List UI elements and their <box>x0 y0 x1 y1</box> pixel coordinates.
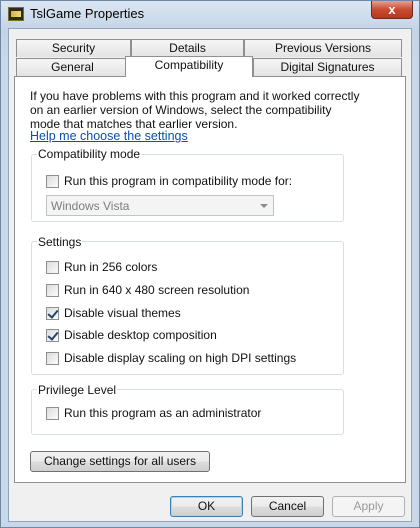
tab-security[interactable]: Security <box>16 39 131 57</box>
cancel-button[interactable]: Cancel <box>251 496 324 517</box>
setting-640x480-label: Run in 640 x 480 screen resolution <box>64 283 250 297</box>
setting-disable-dpi-scaling-label: Disable display scaling on high DPI sett… <box>64 351 297 365</box>
setting-disable-desktop-composition-checkbox[interactable] <box>46 329 59 342</box>
run-as-admin-checkbox[interactable] <box>46 407 59 420</box>
setting-disable-desktop-composition-label: Disable desktop composition <box>64 328 217 342</box>
run-as-admin-label: Run this program as an administrator <box>64 406 262 420</box>
compat-mode-checkbox[interactable] <box>46 175 59 188</box>
app-icon <box>8 7 24 21</box>
intro-text: If you have problems with this program a… <box>30 89 360 131</box>
title-bar[interactable]: TslGame Properties x <box>1 1 419 27</box>
ok-button[interactable]: OK <box>170 496 243 517</box>
help-link[interactable]: Help me choose the settings <box>30 129 188 143</box>
apply-button[interactable]: Apply <box>332 496 405 517</box>
setting-disable-visual-themes-checkbox[interactable] <box>46 307 59 320</box>
chevron-down-icon <box>260 204 268 208</box>
privilege-level-label: Privilege Level <box>37 383 118 397</box>
tab-details[interactable]: Details <box>131 39 244 57</box>
close-button[interactable]: x <box>371 1 413 19</box>
setting-disable-dpi-scaling-checkbox[interactable] <box>46 352 59 365</box>
tab-general[interactable]: General <box>16 58 129 76</box>
settings-label: Settings <box>37 235 83 249</box>
properties-window: TslGame Properties x Security Details Pr… <box>0 0 420 528</box>
compat-mode-checkbox-label: Run this program in compatibility mode f… <box>64 174 293 188</box>
compatibility-mode-label: Compatibility mode <box>37 147 142 161</box>
setting-256-colors-checkbox[interactable] <box>46 261 59 274</box>
setting-256-colors-label: Run in 256 colors <box>64 260 158 274</box>
window-title: TslGame Properties <box>30 6 145 21</box>
tab-digital-signatures[interactable]: Digital Signatures <box>253 58 402 76</box>
os-version-value: Windows Vista <box>51 199 130 213</box>
tab-previous-versions[interactable]: Previous Versions <box>244 39 402 57</box>
os-version-select[interactable]: Windows Vista <box>46 195 274 216</box>
setting-disable-visual-themes-label: Disable visual themes <box>64 306 181 320</box>
setting-640x480-checkbox[interactable] <box>46 284 59 297</box>
change-settings-all-users-button[interactable]: Change settings for all users <box>30 451 210 472</box>
tab-compatibility[interactable]: Compatibility <box>125 56 253 77</box>
